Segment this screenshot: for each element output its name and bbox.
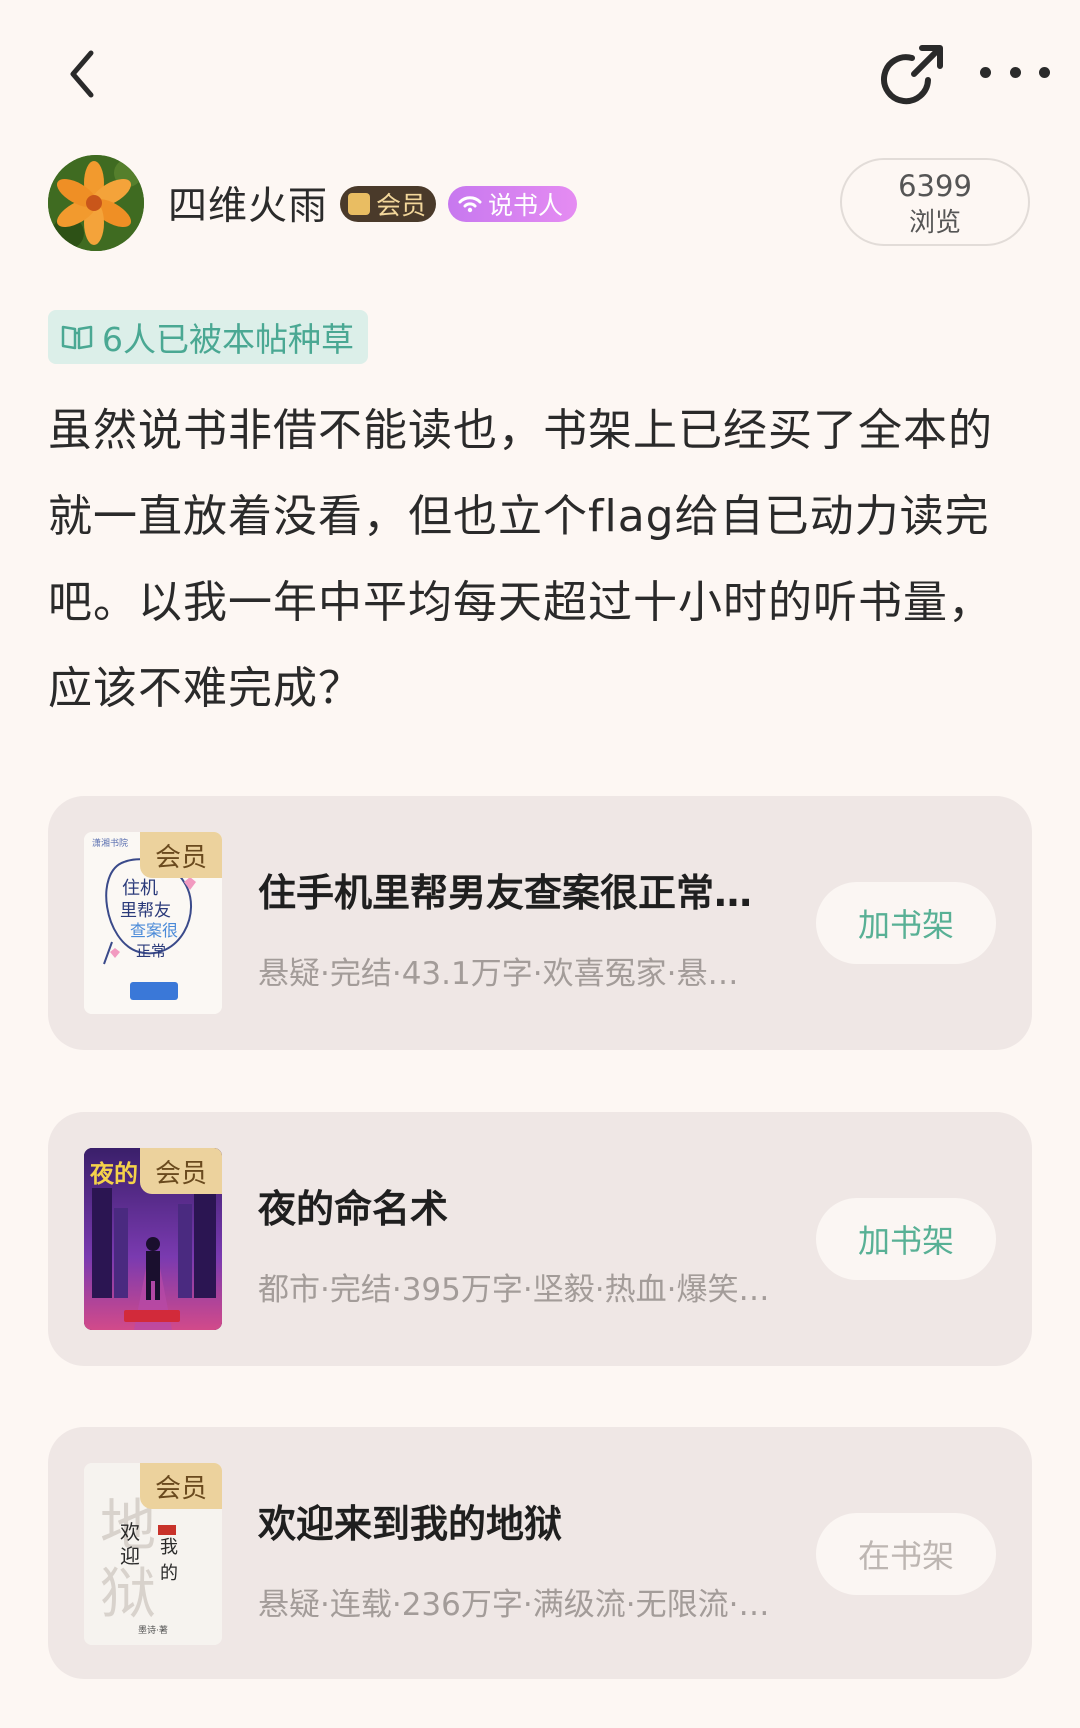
share-button[interactable]: [876, 40, 948, 112]
svg-text:潇湘书院: 潇湘书院: [92, 837, 128, 849]
svg-text:欢: 欢: [120, 1520, 140, 1544]
add-to-shelf-button[interactable]: 加书架: [816, 1198, 996, 1280]
book-title[interactable]: 欢迎来到我的地狱: [258, 1493, 562, 1548]
post-line: 吧。以我一年中平均每天超过十小时的听书量，: [48, 577, 993, 628]
post-body: 虽然说书非借不能读也，书架上已经买了全本的 就一直放着没看，但也立个flag给自…: [48, 388, 1028, 732]
post-line: 虽然说书非借不能读也，书架上已经买了全本的: [48, 405, 993, 456]
open-book-icon: [61, 325, 93, 350]
svg-text:正常: 正常: [136, 942, 166, 960]
svg-text:狱: 狱: [100, 1562, 156, 1627]
author-name[interactable]: 四维火雨: [168, 175, 328, 231]
views-counter: 6399 浏览: [840, 158, 1030, 246]
post-line: 就一直放着没看，但也立个flag给自已动力读完: [48, 491, 990, 542]
flower-image: [48, 155, 144, 251]
svg-text:里帮友: 里帮友: [120, 901, 171, 921]
book-meta: 悬疑·完结·43.1万字·欢喜冤家·悬…: [258, 956, 739, 992]
share-icon: [881, 45, 943, 105]
book-cover[interactable]: 地 狱 欢 迎 我 的 墨诗·著 会员: [84, 1463, 222, 1645]
book-meta: 都市·完结·395万字·坚毅·热血·爆笑…: [258, 1272, 770, 1308]
vip-badge: 会员: [340, 186, 437, 222]
signal-icon: [458, 196, 482, 213]
in-shelf-button[interactable]: 在书架: [816, 1513, 996, 1595]
book-card[interactable]: 夜的 会员 夜的命名术 都市·完结·395万字·坚毅·热血·爆笑… 加书架: [48, 1112, 1032, 1366]
book-card[interactable]: 潇湘书院 住机 里帮友 查案很 正常 会员 住手机里帮男友查案很正常… 悬疑·完…: [48, 796, 1032, 1050]
svg-text:我: 我: [160, 1537, 178, 1558]
add-to-shelf-button[interactable]: 加书架: [816, 882, 996, 964]
chevron-left-icon: [70, 50, 94, 98]
svg-text:住机: 住机: [122, 878, 158, 899]
svg-text:迎: 迎: [120, 1544, 140, 1568]
views-label: 浏览: [908, 208, 961, 238]
book-meta: 悬疑·连载·236万字·满级流·无限流·…: [258, 1587, 770, 1623]
svg-text:的: 的: [160, 1563, 178, 1584]
storyteller-badge: 说书人: [448, 186, 578, 222]
book-title[interactable]: 住手机里帮男友查案很正常…: [258, 862, 752, 917]
svg-text:墨诗·著: 墨诗·著: [138, 1624, 168, 1636]
vip-corner-badge: 会员: [140, 832, 222, 878]
author-row: 四维火雨 会员 说书人 6399 浏览: [48, 155, 1038, 255]
more-button[interactable]: [980, 50, 1050, 94]
book-title[interactable]: 夜的命名术: [258, 1178, 448, 1233]
svg-text:查案很: 查案很: [130, 921, 178, 940]
top-bar: [0, 0, 1080, 150]
views-count: 6399: [898, 169, 972, 203]
book-cover[interactable]: 夜的 会员: [84, 1148, 222, 1330]
vip-corner-badge: 会员: [140, 1463, 222, 1509]
book-card[interactable]: 地 狱 欢 迎 我 的 墨诗·著 会员 欢迎来到我的地狱 悬疑·连载·236万字…: [48, 1427, 1032, 1679]
more-dots-icon: [980, 66, 991, 78]
vip-corner-badge: 会员: [140, 1148, 222, 1194]
book-cover[interactable]: 潇湘书院 住机 里帮友 查案很 正常 会员: [84, 832, 222, 1014]
grass-tag[interactable]: 6人已被本帖种草: [48, 310, 368, 364]
crown-icon: [348, 193, 370, 215]
back-button[interactable]: [52, 38, 112, 110]
post-line: 应该不难完成？: [48, 663, 363, 714]
avatar[interactable]: [48, 155, 144, 251]
svg-text:夜的: 夜的: [89, 1160, 138, 1188]
